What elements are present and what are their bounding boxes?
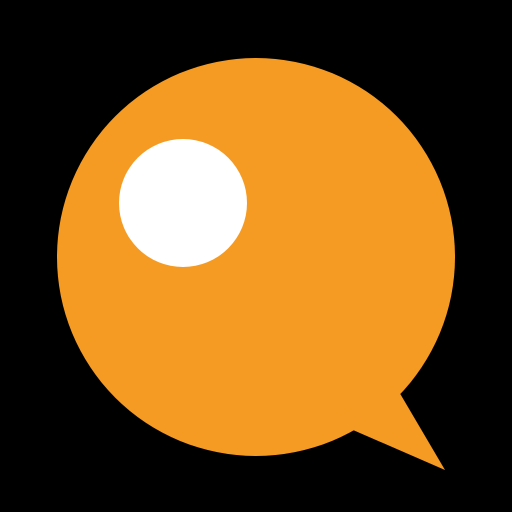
app-icon-canvas [0,0,512,512]
speech-bubble-icon [0,0,512,512]
bubble-highlight-dot [119,139,247,267]
